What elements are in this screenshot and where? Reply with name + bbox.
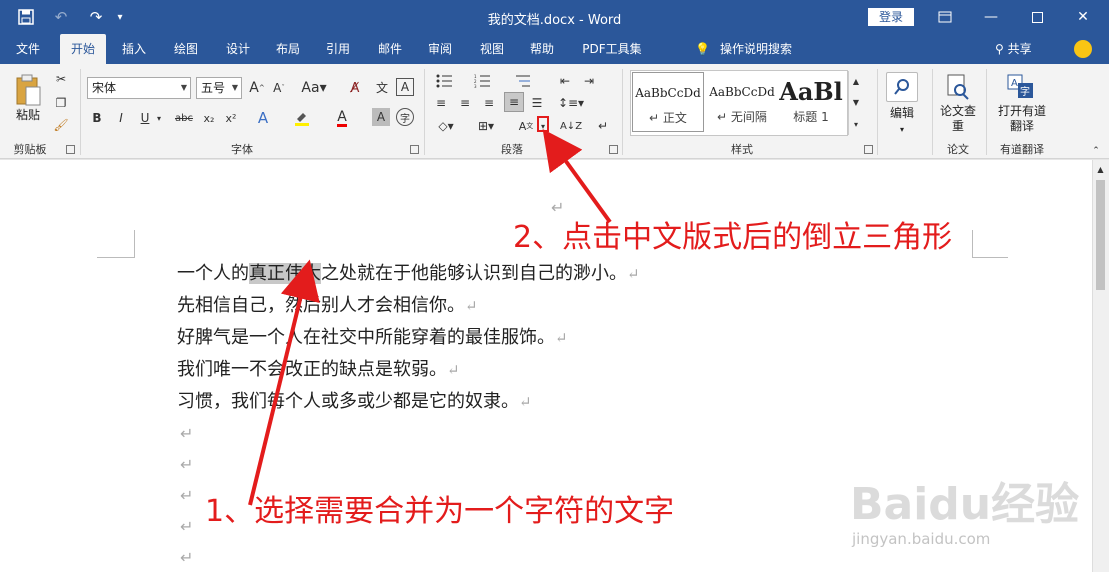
arrow-to-dropdown: [542, 129, 612, 224]
arrow-to-selection: [248, 259, 320, 506]
annotation-step-1: 1、选择需要合并为一个字符的文字: [205, 494, 675, 529]
annotation-step-2: 2、点击中文版式后的倒立三角形: [513, 220, 953, 255]
